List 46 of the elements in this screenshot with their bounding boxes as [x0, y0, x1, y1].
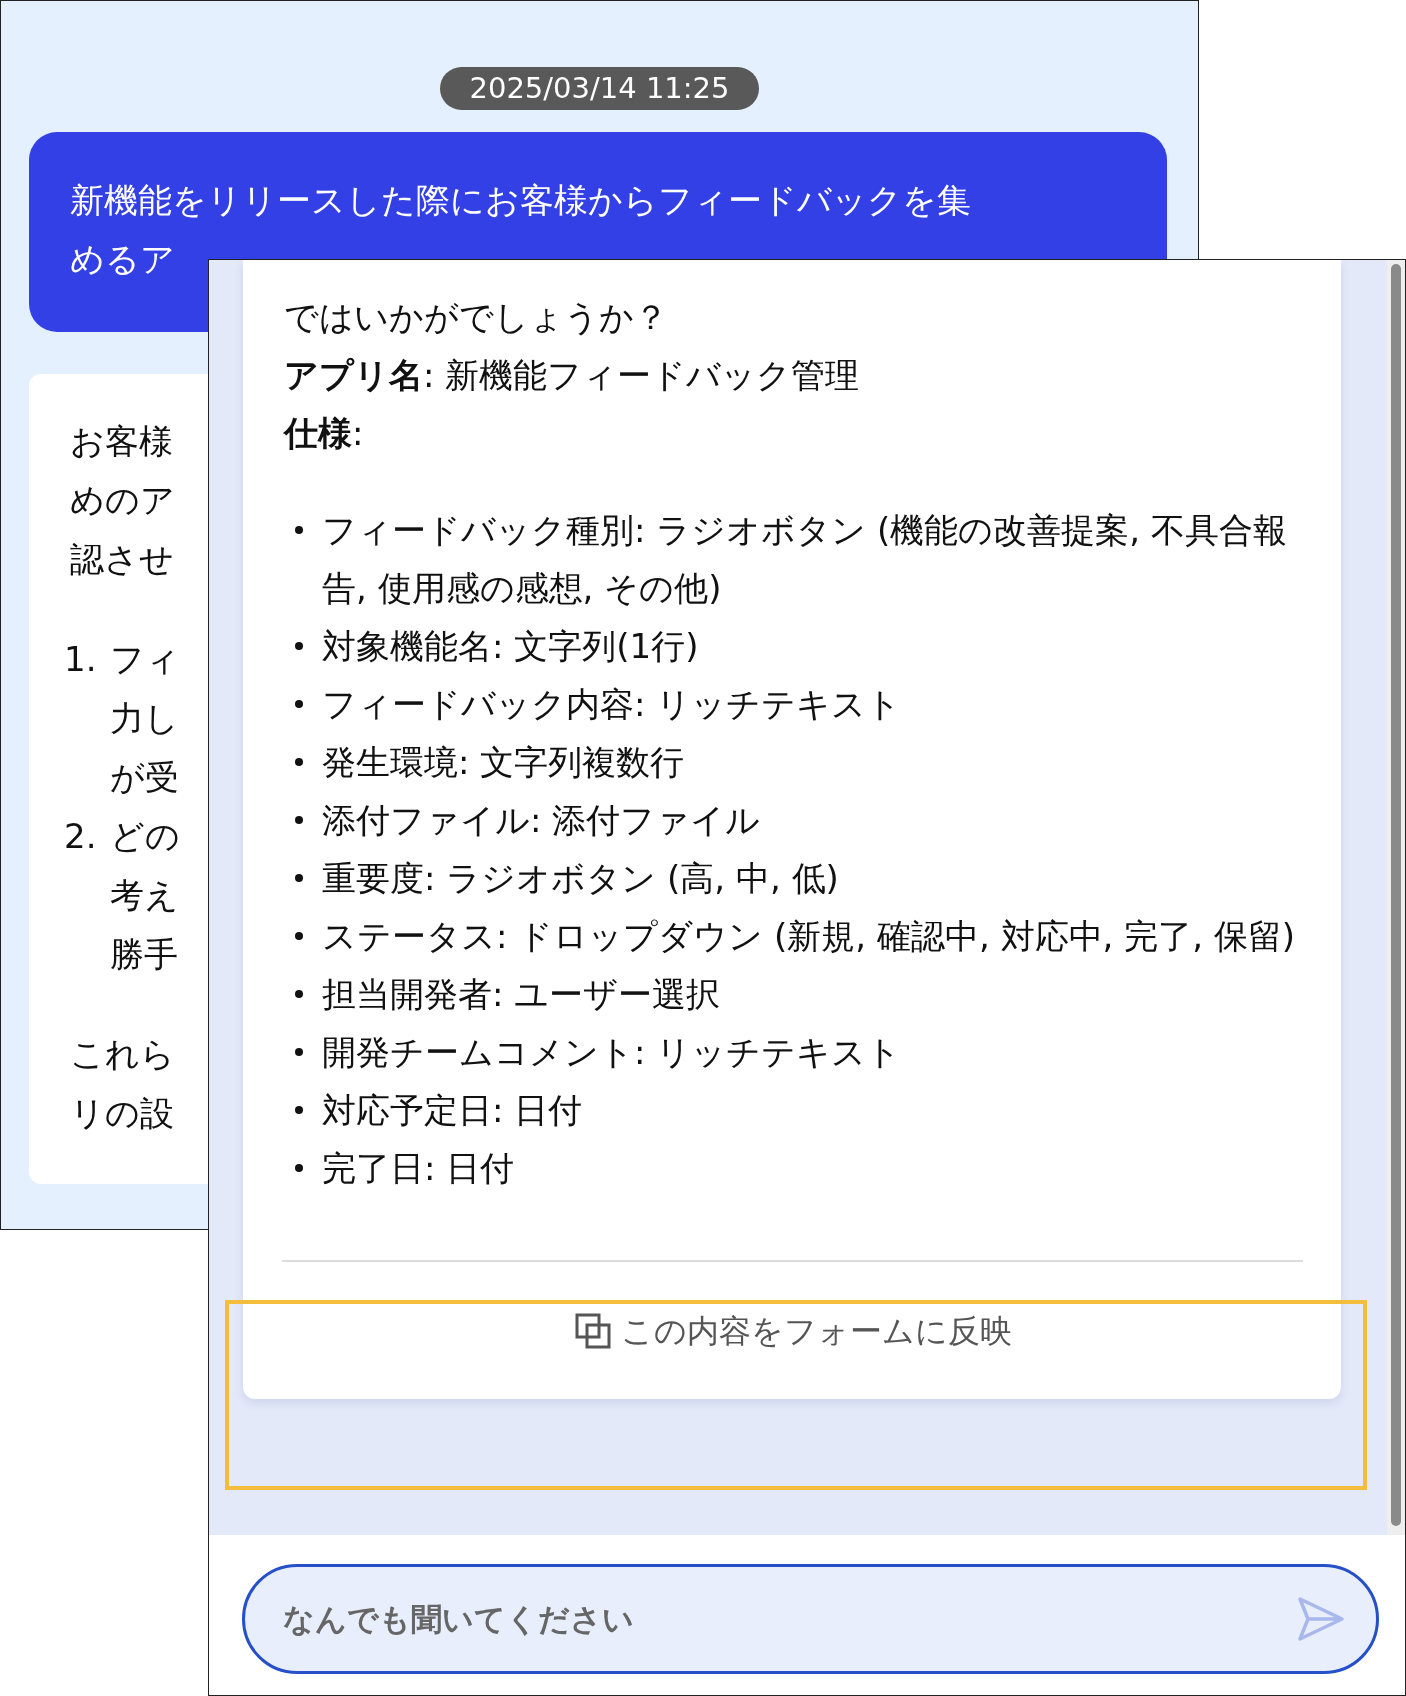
bullet-icon	[295, 1106, 303, 1114]
bullet-icon	[295, 1048, 303, 1056]
send-icon[interactable]	[1297, 1596, 1345, 1642]
list-item-text: が受	[110, 756, 179, 799]
spec-item: 完了日: 日付	[322, 1147, 515, 1190]
spec-item: 発生環境: 文字列複数行	[322, 741, 685, 784]
reply-text: ではいかがでしょうか？	[284, 296, 668, 339]
list-item-text: どの	[110, 815, 180, 858]
bullet-icon	[295, 758, 303, 766]
spec-item: 対象機能名: 文字列(1行)	[322, 625, 699, 668]
bullet-icon	[295, 526, 303, 534]
spec-label: 仕様:	[284, 412, 364, 455]
list-item-text: 考え	[110, 874, 179, 917]
reply-text: お客様	[70, 420, 173, 463]
reply-text: これら	[70, 1033, 175, 1076]
spec-item: フィードバック種別: ラジオボタン (機能の改善提案, 不具合報告, 使用感の感想, その他)	[322, 509, 1288, 610]
message-text: 新機能をリリースした際にお客様からフィードバックを集	[70, 179, 971, 222]
list-item-text: 勝手	[110, 933, 178, 976]
bullet-icon	[295, 700, 303, 708]
list-item-text: フィ	[110, 638, 180, 681]
copy-icon	[575, 1312, 611, 1349]
bullet-icon	[295, 1164, 303, 1172]
list-item-text: 力し	[110, 697, 179, 740]
reply-text: めのア	[70, 479, 175, 522]
spec-item: 重要度: ラジオボタン (高, 中, 低)	[322, 857, 839, 900]
spec-item: ステータス: ドロップダウン (新規, 確認中, 対応中, 完了, 保留)	[322, 915, 1296, 958]
bullet-icon	[295, 642, 303, 650]
message-text: めるア	[70, 238, 175, 281]
spec-item: フィードバック内容: リッチテキスト	[322, 683, 902, 726]
scrollbar[interactable]	[1387, 260, 1405, 1535]
reply-text: 認させ	[70, 538, 174, 581]
spec-item: 対応予定日: 日付	[322, 1089, 583, 1132]
list-number: 1.	[64, 638, 98, 681]
apply-to-form-button[interactable]: この内容をフォームに反映	[567, 1295, 1020, 1366]
bullet-icon	[295, 816, 303, 824]
timestamp: 2025/03/14 11:25	[439, 67, 760, 110]
reply-text: リの設	[70, 1092, 174, 1135]
spec-item: 添付ファイル: 添付ファイル	[322, 799, 761, 842]
bullet-icon	[295, 932, 303, 940]
message-input[interactable]: なんでも聞いてください	[242, 1564, 1379, 1674]
spec-item: 開発チームコメント: リッチテキスト	[322, 1031, 902, 1074]
bullet-icon	[295, 990, 303, 998]
bullet-icon	[295, 874, 303, 882]
spec-item: 担当開発者: ユーザー選択	[322, 973, 721, 1016]
list-number: 2.	[64, 815, 98, 858]
app-name-text: アプリ名: 新機能フィードバック管理	[284, 354, 860, 397]
